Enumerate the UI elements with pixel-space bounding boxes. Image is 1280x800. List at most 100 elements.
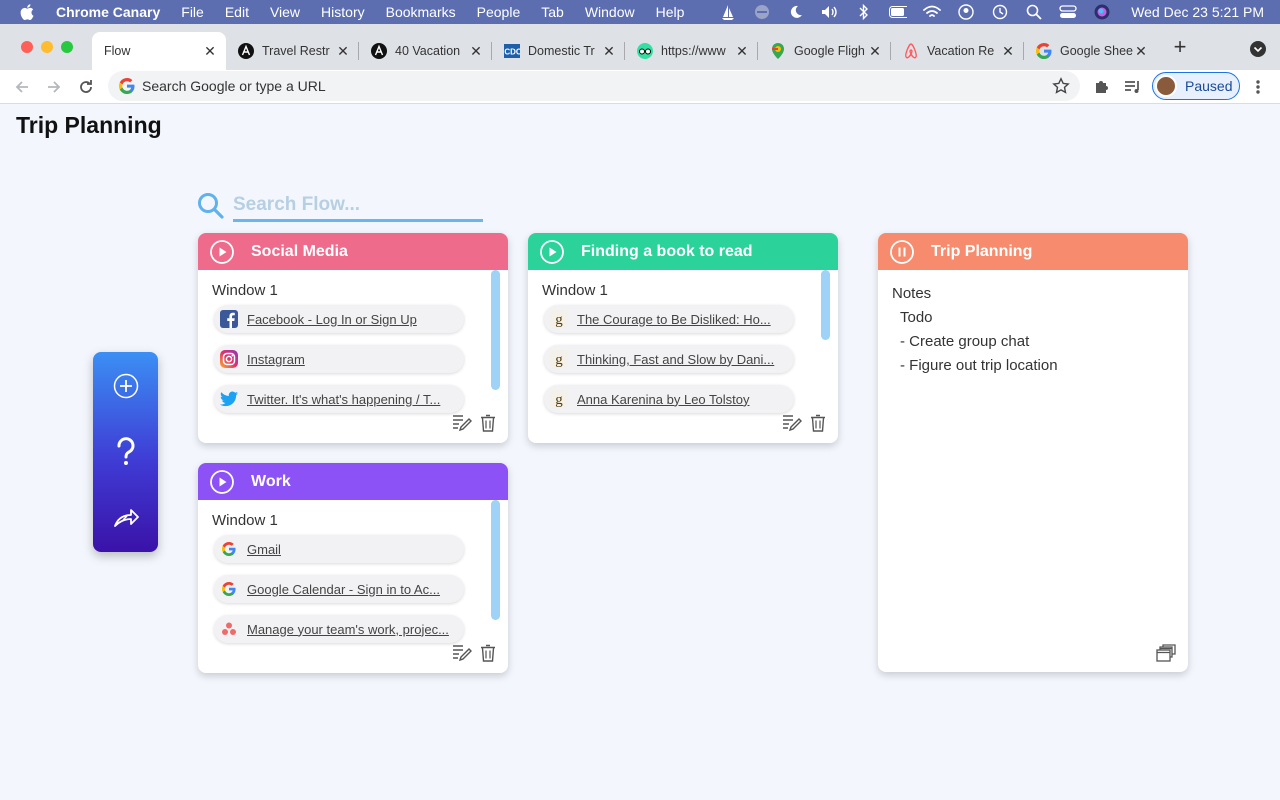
tab-link[interactable]: g The Courage to Be Disliked: Ho... [544, 305, 794, 333]
tab-40-vacation[interactable]: 40 Vacation ✕ [359, 32, 492, 70]
wifi-icon[interactable] [923, 4, 942, 20]
search-input[interactable] [233, 190, 483, 222]
tab-link-text[interactable]: Anna Karenina by Leo Tolstoy [577, 392, 791, 407]
tab-link[interactable]: Gmail [214, 535, 464, 563]
tab-link-text[interactable]: Manage your team's work, projec... [247, 622, 461, 637]
trash-icon[interactable] [478, 643, 498, 663]
sailboat-icon[interactable] [719, 4, 737, 20]
notes-area[interactable]: Notes Todo - Create group chat - Figure … [878, 270, 1188, 390]
tab-tripadvisor[interactable]: https://www ✕ [625, 32, 758, 70]
tab-title: Travel Restr [262, 44, 330, 58]
menu-tab[interactable]: Tab [541, 4, 564, 20]
menu-history[interactable]: History [321, 4, 365, 20]
menu-app-name[interactable]: Chrome Canary [56, 4, 160, 20]
close-tab-icon[interactable]: ✕ [601, 43, 617, 60]
user-account-icon[interactable] [957, 4, 975, 20]
profile-paused-button[interactable]: Paused [1152, 72, 1240, 100]
tab-travel-restrictions[interactable]: Travel Restr ✕ [226, 32, 359, 70]
notes-line: - Figure out trip location [900, 357, 1058, 374]
play-circle-icon[interactable] [210, 239, 234, 264]
close-tab-icon[interactable]: ✕ [1000, 43, 1016, 60]
tab-link[interactable]: Manage your team's work, projec... [214, 615, 464, 643]
goodreads-icon: g [550, 390, 568, 408]
tab-link-text[interactable]: The Courage to Be Disliked: Ho... [577, 312, 791, 327]
add-circle-button[interactable] [93, 366, 158, 406]
spotlight-search-icon[interactable] [1025, 4, 1043, 20]
minimize-window-button[interactable] [41, 41, 53, 53]
close-tab-icon[interactable]: ✕ [202, 43, 218, 60]
tab-google-sheets[interactable]: Google Shee ✕ [1024, 32, 1157, 70]
tab-search-icon[interactable] [1250, 41, 1266, 57]
moon-icon[interactable] [787, 4, 805, 20]
media-queue-icon[interactable] [1122, 76, 1144, 98]
control-center-icon[interactable] [1059, 4, 1077, 20]
tab-link[interactable]: g Anna Karenina by Leo Tolstoy [544, 385, 794, 413]
kebab-menu-icon[interactable] [1247, 76, 1269, 98]
menu-file[interactable]: File [181, 4, 204, 20]
tab-link-text[interactable]: Instagram [247, 352, 461, 367]
share-arrow-button[interactable] [93, 497, 158, 537]
card-scrollbar[interactable] [491, 500, 500, 620]
tab-google-flights[interactable]: Google Fligh ✕ [758, 32, 891, 70]
time-machine-icon[interactable] [991, 4, 1009, 20]
edit-icon[interactable] [452, 643, 472, 663]
battery-icon[interactable] [889, 4, 908, 20]
trash-icon[interactable] [808, 413, 828, 433]
card-scrollbar[interactable] [491, 270, 500, 390]
trash-icon[interactable] [478, 413, 498, 433]
tab-link[interactable]: Instagram [214, 345, 464, 373]
bluetooth-icon[interactable] [855, 4, 873, 20]
do-not-disturb-icon[interactable] [753, 4, 771, 20]
edit-icon[interactable] [782, 413, 802, 433]
close-tab-icon[interactable]: ✕ [1133, 43, 1149, 60]
google-icon [1036, 43, 1052, 59]
card-title: Work [251, 472, 291, 490]
apple-icon[interactable] [20, 4, 34, 20]
close-tab-icon[interactable]: ✕ [734, 43, 750, 60]
help-question-button[interactable] [93, 432, 158, 472]
google-icon [220, 580, 238, 598]
menu-bookmarks[interactable]: Bookmarks [386, 4, 456, 20]
back-arrow-icon[interactable] [11, 76, 33, 98]
tab-link-text[interactable]: Twitter. It's what's happening / T... [247, 392, 461, 407]
menu-edit[interactable]: Edit [225, 4, 249, 20]
play-circle-icon[interactable] [210, 469, 234, 494]
forward-arrow-icon[interactable] [43, 76, 65, 98]
maximize-window-button[interactable] [61, 41, 73, 53]
close-tab-icon[interactable]: ✕ [335, 43, 351, 60]
tab-link[interactable]: Google Calendar - Sign in to Ac... [214, 575, 464, 603]
play-circle-icon[interactable] [540, 239, 564, 264]
tab-vacation-rentals[interactable]: Vacation Re ✕ [891, 32, 1024, 70]
omnibox[interactable]: Search Google or type a URL [108, 71, 1080, 101]
tab-domestic-travel[interactable]: CDC Domestic Tr ✕ [492, 32, 625, 70]
tab-flow[interactable]: Flow ✕ [92, 32, 226, 70]
close-tab-icon[interactable]: ✕ [468, 43, 484, 60]
pause-circle-icon[interactable] [890, 239, 914, 264]
tab-link-text[interactable]: Gmail [247, 542, 461, 557]
extensions-puzzle-icon[interactable] [1091, 76, 1113, 98]
siri-icon[interactable] [1093, 4, 1111, 20]
card-scrollbar[interactable] [821, 270, 830, 340]
reload-icon[interactable] [75, 76, 97, 98]
tab-link-text[interactable]: Facebook - Log In or Sign Up [247, 312, 461, 327]
menu-window[interactable]: Window [585, 4, 635, 20]
volume-icon[interactable] [821, 4, 839, 20]
tab-link-text[interactable]: Thinking, Fast and Slow by Dani... [577, 352, 791, 367]
tab-link-text[interactable]: Google Calendar - Sign in to Ac... [247, 582, 461, 597]
instagram-icon [220, 350, 238, 368]
close-tab-icon[interactable]: ✕ [867, 43, 883, 60]
flow-card-work: Work Window 1 Gmail Google Calendar - Si… [198, 463, 508, 673]
edit-icon[interactable] [452, 413, 472, 433]
menu-help[interactable]: Help [656, 4, 685, 20]
card-title: Social Media [251, 242, 348, 260]
windows-stack-icon[interactable] [1156, 644, 1176, 662]
menu-view[interactable]: View [270, 4, 300, 20]
tab-link[interactable]: Facebook - Log In or Sign Up [214, 305, 464, 333]
bookmark-star-icon[interactable] [1052, 77, 1070, 95]
menu-people[interactable]: People [477, 4, 521, 20]
tab-link[interactable]: Twitter. It's what's happening / T... [214, 385, 464, 413]
new-tab-button[interactable]: + [1170, 36, 1190, 58]
menu-bar-clock[interactable]: Wed Dec 23 5:21 PM [1131, 4, 1264, 20]
tab-link[interactable]: g Thinking, Fast and Slow by Dani... [544, 345, 794, 373]
close-window-button[interactable] [21, 41, 33, 53]
